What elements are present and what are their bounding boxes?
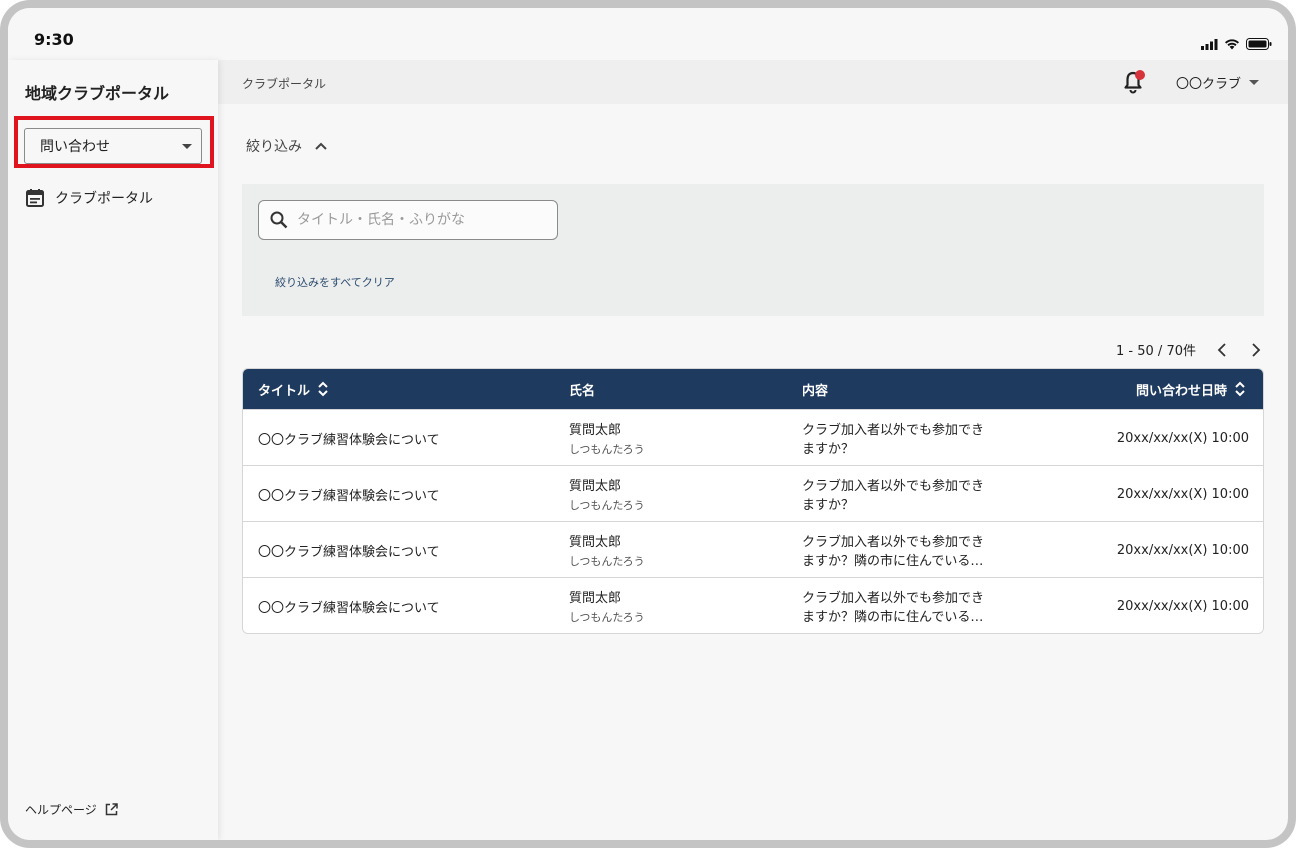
- row-datetime-cell: 20xx/xx/xx(X) 10:00: [1117, 466, 1249, 522]
- sidebar-item-label: クラブポータル: [55, 191, 153, 207]
- sort-icon: [1235, 381, 1245, 397]
- column-title-header[interactable]: タイトル: [258, 369, 328, 409]
- prev-page-button[interactable]: [1214, 342, 1230, 358]
- club-name: 〇〇クラブ: [1176, 77, 1242, 92]
- table-header: タイトル 氏名 内容 問い合わせ日時: [243, 369, 1263, 409]
- row-content-cell: クラブ加入者以外でも参加でき ますか？: [802, 410, 1022, 466]
- row-datetime-cell: 20xx/xx/xx(X) 10:00: [1117, 522, 1249, 578]
- chevron-left-icon: [1217, 342, 1226, 357]
- row-content-line: クラブ加入者以外でも参加でき: [802, 423, 985, 438]
- calendar-icon: [26, 189, 44, 207]
- status-time: 9:30: [34, 30, 74, 49]
- row-content-cell: クラブ加入者以外でも参加でき ますか？隣の市に住んでいる…: [802, 522, 1022, 578]
- column-datetime-header[interactable]: 問い合わせ日時: [1136, 369, 1245, 409]
- column-name-header: 氏名: [569, 369, 595, 409]
- main-content: 絞り込み 絞り込みをすべてクリア 1 - 50 / 70件: [218, 104, 1288, 840]
- table-row[interactable]: 〇〇クラブ練習体験会について 質問太郎しつもんたろう クラブ加入者以外でも参加で…: [243, 465, 1263, 521]
- row-datetime-cell: 20xx/xx/xx(X) 10:00: [1116, 578, 1249, 633]
- column-content-header: 内容: [802, 369, 828, 409]
- help-label: ヘルプページ: [25, 803, 97, 817]
- row-title: 〇〇クラブ練習体験会について: [258, 432, 440, 448]
- row-title: 〇〇クラブ練習体験会について: [258, 544, 440, 560]
- row-name: 質問太郎: [569, 479, 622, 494]
- column-header-label: 内容: [802, 383, 829, 399]
- row-title-cell: 〇〇クラブ練習体験会について: [258, 522, 440, 578]
- help-link[interactable]: ヘルプページ: [25, 801, 118, 818]
- row-content-line: ますか？: [802, 442, 855, 457]
- club-menu[interactable]: 〇〇クラブ: [1176, 73, 1260, 92]
- clear-filters-link[interactable]: 絞り込みをすべてクリア: [275, 274, 395, 290]
- sidebar-item-club-portal[interactable]: クラブポータル: [25, 188, 153, 208]
- row-datetime-cell: 20xx/xx/xx(X) 10:00: [1117, 410, 1249, 466]
- row-content-cell: クラブ加入者以外でも参加でき ますか？隣の市に住んでいる…: [802, 578, 1022, 633]
- table-row[interactable]: 〇〇クラブ練習体験会について 質問太郎しつもんたろう クラブ加入者以外でも参加で…: [243, 577, 1263, 633]
- search-icon: [270, 211, 288, 229]
- sidebar: 地域クラブポータル 問い合わせ クラブポータル ヘルプページ: [8, 60, 218, 840]
- row-name: 質問太郎: [569, 423, 622, 438]
- column-header-label: 問い合わせ日時: [1135, 383, 1227, 399]
- sort-icon: [318, 381, 328, 397]
- row-datetime: 20xx/xx/xx(X) 10:00: [1116, 486, 1249, 502]
- row-datetime: 20xx/xx/xx(X) 10:00: [1116, 598, 1249, 614]
- row-title-cell: 〇〇クラブ練習体験会について: [258, 466, 440, 522]
- row-title: 〇〇クラブ練習体験会について: [258, 600, 440, 616]
- row-title-cell: 〇〇クラブ練習体験会について: [258, 410, 440, 466]
- page-range: 1 - 50 / 70件: [1116, 344, 1196, 359]
- battery-icon: [1246, 38, 1272, 50]
- row-name-cell: 質問太郎しつもんたろう: [569, 522, 645, 578]
- chevron-up-icon: [315, 142, 327, 150]
- row-name-cell: 質問太郎しつもんたろう: [569, 578, 645, 633]
- row-content-line: ますか？隣の市に住んでいる…: [802, 554, 984, 569]
- external-link-icon: [105, 803, 118, 816]
- notification-button[interactable]: [1120, 69, 1146, 95]
- row-name: 質問太郎: [569, 591, 622, 606]
- search-box: [258, 200, 558, 240]
- row-title-cell: 〇〇クラブ練習体験会について: [258, 578, 440, 633]
- row-name: 質問太郎: [569, 535, 622, 550]
- row-kana: しつもんたろう: [569, 499, 645, 512]
- column-header-label: 氏名: [569, 383, 596, 399]
- chevron-down-icon: [182, 144, 192, 149]
- chevron-down-icon: [1249, 80, 1260, 85]
- column-header-label: タイトル: [258, 383, 311, 399]
- table-row[interactable]: 〇〇クラブ練習体験会について 質問太郎しつもんたろう クラブ加入者以外でも参加で…: [243, 409, 1263, 465]
- row-datetime: 20xx/xx/xx(X) 10:00: [1116, 542, 1249, 558]
- row-kana: しつもんたろう: [569, 443, 645, 456]
- filter-toggle[interactable]: 絞り込み: [246, 136, 328, 156]
- row-title: 〇〇クラブ練習体験会について: [258, 488, 440, 504]
- page-select-value: 問い合わせ: [40, 139, 110, 155]
- row-content-line: ますか？隣の市に住んでいる…: [802, 610, 984, 625]
- row-name-cell: 質問太郎しつもんたろう: [569, 410, 645, 466]
- search-input[interactable]: [297, 212, 547, 228]
- signal-icon: [1201, 38, 1218, 50]
- table-row[interactable]: 〇〇クラブ練習体験会について 質問太郎しつもんたろう クラブ加入者以外でも参加で…: [243, 521, 1263, 577]
- next-page-button[interactable]: [1248, 342, 1264, 358]
- screen: 9:30 地域クラブポータル 問い合わせ クラブポータル ヘルプページ クラブポ…: [8, 8, 1288, 840]
- pagination: 1 - 50 / 70件: [1116, 340, 1264, 359]
- filter-label: 絞り込み: [246, 139, 302, 155]
- wifi-icon: [1225, 39, 1239, 50]
- row-content-line: クラブ加入者以外でも参加でき: [802, 479, 985, 494]
- row-kana: しつもんたろう: [569, 611, 645, 624]
- inquiry-table: タイトル 氏名 内容 問い合わせ日時 〇〇クラブ練習体験会について 質問太郎 し…: [242, 368, 1264, 634]
- row-content-cell: クラブ加入者以外でも参加でき ますか？: [802, 466, 1022, 522]
- device-frame: 9:30 地域クラブポータル 問い合わせ クラブポータル ヘルプページ クラブポ…: [0, 0, 1296, 848]
- row-content-line: クラブ加入者以外でも参加でき: [802, 535, 985, 550]
- breadcrumb: クラブポータル: [242, 77, 327, 91]
- app-title: 地域クラブポータル: [25, 84, 170, 103]
- chevron-right-icon: [1252, 342, 1261, 357]
- status-bar: 9:30: [8, 8, 1288, 60]
- filter-panel: 絞り込みをすべてクリア: [242, 184, 1264, 316]
- row-name-cell: 質問太郎しつもんたろう: [569, 466, 645, 522]
- row-kana: しつもんたろう: [569, 555, 645, 568]
- page-select[interactable]: 問い合わせ: [24, 128, 202, 164]
- row-content-line: ますか？: [802, 498, 855, 513]
- top-bar: クラブポータル 〇〇クラブ: [218, 60, 1288, 104]
- notification-badge: [1135, 70, 1145, 80]
- status-icons: [1201, 38, 1272, 50]
- row-content-line: クラブ加入者以外でも参加でき: [802, 591, 985, 606]
- row-datetime: 20xx/xx/xx(X) 10:00: [1116, 430, 1249, 446]
